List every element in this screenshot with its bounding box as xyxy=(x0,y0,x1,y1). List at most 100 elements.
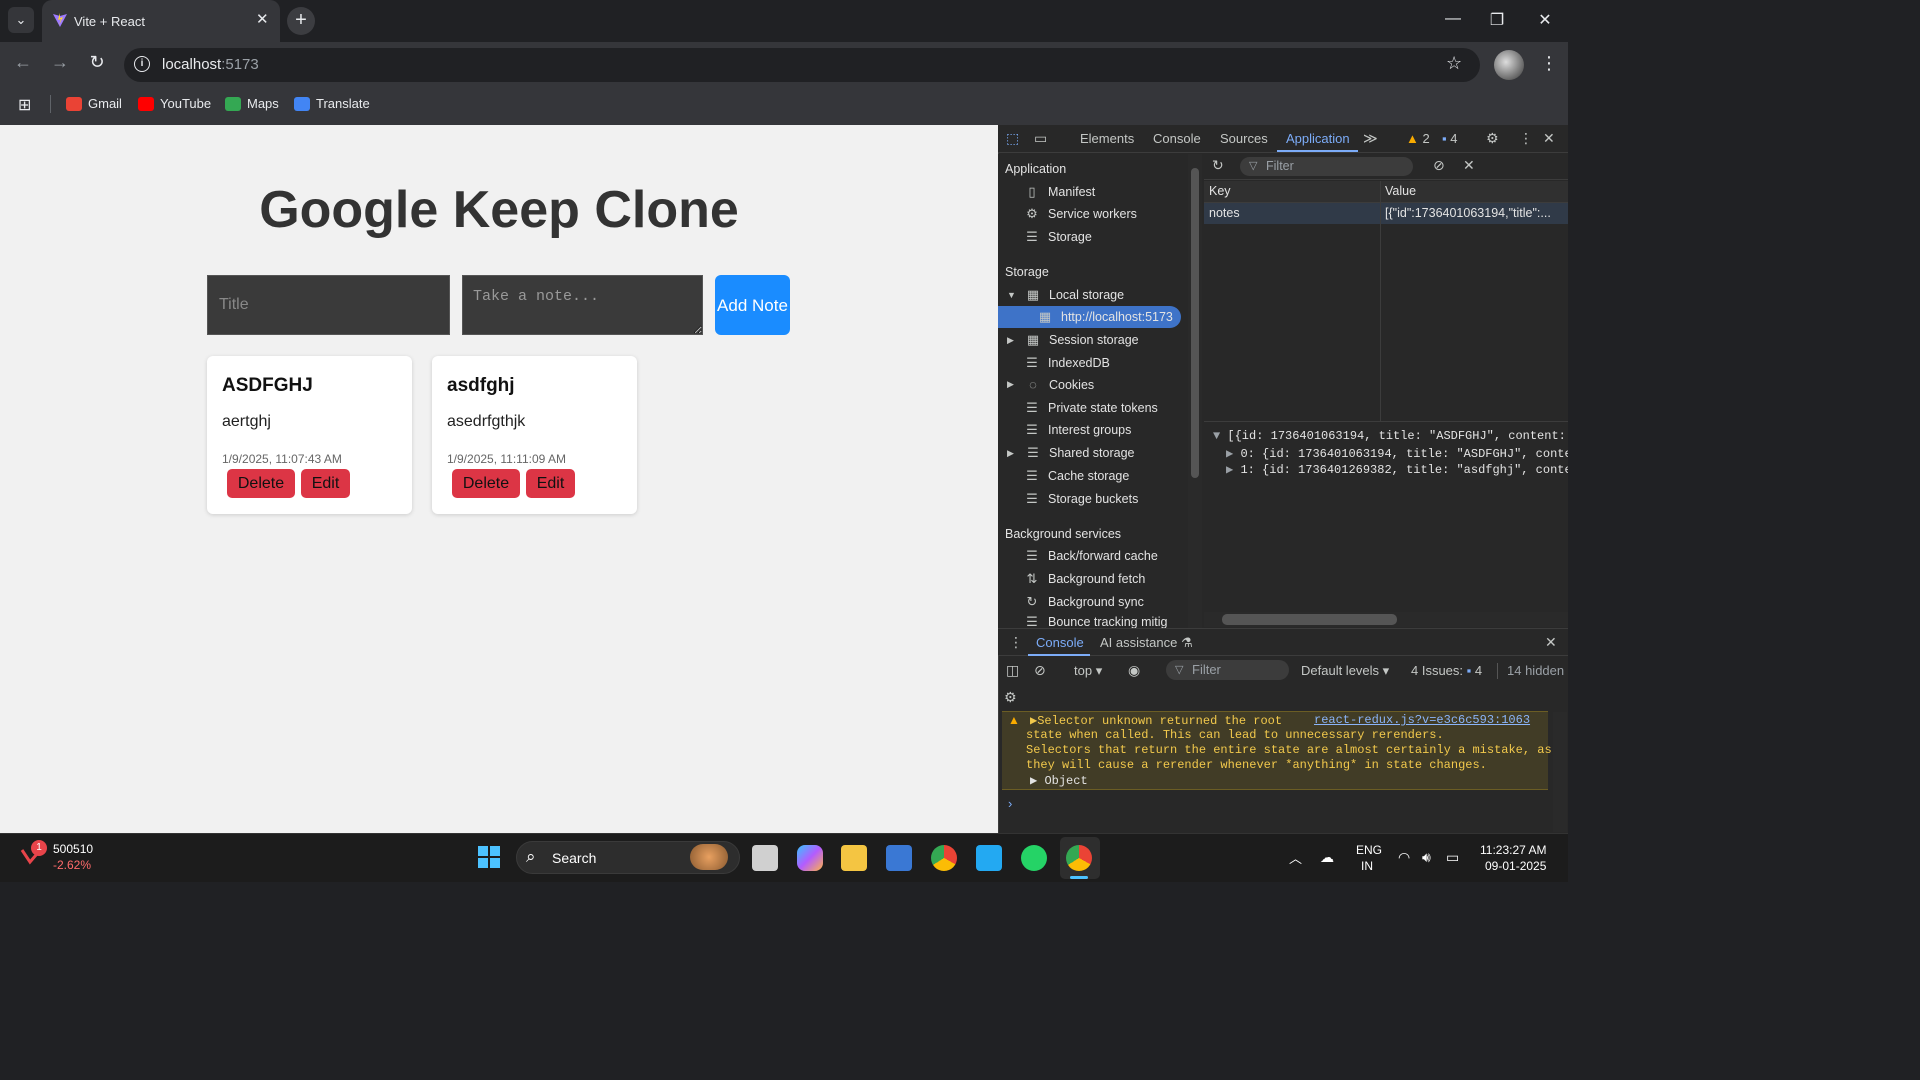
restore-icon[interactable]: ❐ xyxy=(1482,10,1512,30)
settings-gear-icon[interactable]: ⚙ xyxy=(1486,130,1499,147)
address-bar[interactable] xyxy=(124,48,1480,82)
tab-search-button[interactable]: ⌄ xyxy=(8,7,34,33)
refresh-icon[interactable]: ↻ xyxy=(1212,157,1224,174)
microsoft-store-icon[interactable] xyxy=(886,845,912,871)
tab-elements[interactable]: Elements xyxy=(1080,131,1134,146)
clear-all-icon[interactable]: ⊘ xyxy=(1433,157,1445,174)
profile-avatar[interactable] xyxy=(1494,50,1524,80)
sidebar-toggle-icon[interactable]: ◫ xyxy=(1006,662,1019,679)
collapsed-arrow-icon[interactable]: ▶ xyxy=(1007,448,1017,459)
task-view-icon[interactable] xyxy=(752,845,778,871)
delete-button[interactable]: Delete xyxy=(227,469,295,498)
close-window-icon[interactable]: ✕ xyxy=(1530,10,1560,30)
file-explorer-icon[interactable] xyxy=(841,845,867,871)
stock-change[interactable]: -2.62% xyxy=(53,858,91,872)
console-scrollbar[interactable] xyxy=(1553,712,1567,832)
console-filter-input[interactable]: Filter xyxy=(1166,660,1289,680)
tab-close-icon[interactable]: ✕ xyxy=(256,10,269,28)
new-tab-button[interactable]: + xyxy=(287,7,315,35)
bookmark-youtube[interactable]: YouTube xyxy=(138,96,211,111)
row-value[interactable]: [{"id":1736401063194,"title":... xyxy=(1385,206,1568,220)
tab-sources[interactable]: Sources xyxy=(1220,131,1268,146)
whatsapp-icon[interactable] xyxy=(1021,845,1047,871)
bookmark-maps[interactable]: Maps xyxy=(225,96,279,111)
onedrive-offline-icon[interactable]: ☁ xyxy=(1320,849,1334,866)
region-label[interactable]: IN xyxy=(1361,859,1373,873)
storage-filter-input[interactable]: Filter xyxy=(1240,157,1413,176)
chrome-profile-icon[interactable] xyxy=(1066,845,1092,871)
warning-object-toggle[interactable]: ▶ Object xyxy=(1030,773,1088,788)
browser-menu-icon[interactable]: ⋮ xyxy=(1540,53,1558,74)
bookmark-gmail[interactable]: Gmail xyxy=(66,96,122,111)
sidebar-item-manifest[interactable]: ▯ Manifest xyxy=(1024,184,1095,200)
device-toolbar-icon[interactable]: ▭ xyxy=(1034,130,1047,147)
collapsed-arrow-icon[interactable]: ▶ xyxy=(1007,335,1017,346)
vscode-icon[interactable] xyxy=(976,845,1002,871)
battery-icon[interactable]: ▭ xyxy=(1446,849,1459,866)
forward-icon[interactable]: → xyxy=(47,52,73,73)
preview-item-0[interactable]: ▶ 0: {id: 1736401063194, title: "ASDFGHJ… xyxy=(1226,446,1568,461)
collapsed-arrow-icon[interactable]: ▶ xyxy=(1226,463,1240,477)
drawer-tab-ai-assistance[interactable]: AI assistance ⚗ xyxy=(1100,635,1193,651)
sidebar-item-session-storage[interactable]: ▶ ▦ Session storage xyxy=(1007,332,1139,348)
note-textarea[interactable] xyxy=(462,275,703,335)
site-info-icon[interactable]: i xyxy=(134,56,150,72)
title-input[interactable] xyxy=(207,275,450,335)
sidebar-item-indexeddb[interactable]: ☰ IndexedDB xyxy=(1024,355,1110,371)
sidebar-item-storage-buckets[interactable]: ☰ Storage buckets xyxy=(1024,491,1138,507)
tray-overflow-icon[interactable]: ︿ xyxy=(1289,848,1302,867)
language-label[interactable]: ENG xyxy=(1356,843,1382,857)
reload-icon[interactable]: ↻ xyxy=(84,52,110,73)
edit-button[interactable]: Edit xyxy=(301,469,350,498)
horizontal-scroll-thumb[interactable] xyxy=(1222,614,1397,625)
clear-console-icon[interactable]: ⊘ xyxy=(1034,662,1046,679)
sidebar-scroll-thumb[interactable] xyxy=(1191,168,1199,478)
sidebar-item-private-state-tokens[interactable]: ☰ Private state tokens xyxy=(1024,400,1158,416)
warning-source-link[interactable]: react-redux.js?v=e3c6c593:1063 xyxy=(1314,713,1530,727)
sidebar-item-bounce-tracking[interactable]: ☰ Bounce tracking mitig xyxy=(1024,616,1167,628)
sidebar-item-local-storage[interactable]: ▼ ▦ Local storage xyxy=(1007,287,1124,303)
drawer-tab-console[interactable]: Console xyxy=(1036,635,1084,650)
delete-selected-icon[interactable]: ✕ xyxy=(1463,157,1475,174)
sidebar-item-shared-storage[interactable]: ▶ ☰ Shared storage xyxy=(1007,445,1134,461)
sidebar-item-interest-groups[interactable]: ☰ Interest groups xyxy=(1024,422,1131,438)
back-icon[interactable]: ← xyxy=(10,52,36,73)
warnings-badge[interactable]: ▲ 2 xyxy=(1406,131,1430,146)
live-expression-eye-icon[interactable]: ◉ xyxy=(1128,662,1140,679)
log-levels-dropdown[interactable]: Default levels ▾ xyxy=(1301,663,1389,679)
minimize-icon[interactable]: — xyxy=(1438,10,1468,28)
sidebar-item-localhost-origin[interactable]: ▦ http://localhost:5173 xyxy=(1037,309,1173,325)
inspect-element-icon[interactable]: ⬚ xyxy=(1006,130,1019,147)
column-divider[interactable] xyxy=(1380,181,1381,421)
wifi-icon[interactable]: ◠ xyxy=(1398,849,1410,866)
sidebar-item-service-workers[interactable]: ⚙ Service workers xyxy=(1024,206,1137,222)
stock-value[interactable]: 500510 xyxy=(53,842,93,856)
tab-application[interactable]: Application xyxy=(1286,131,1350,146)
volume-icon[interactable]: 🔊︎ xyxy=(1422,849,1431,866)
sidebar-item-bfcache[interactable]: ☰ Back/forward cache xyxy=(1024,548,1158,564)
tab-console[interactable]: Console xyxy=(1153,131,1201,146)
devtools-menu-icon[interactable]: ⋮ xyxy=(1519,130,1533,147)
delete-button[interactable]: Delete xyxy=(452,469,520,498)
preview-root-line[interactable]: ▼ [{id: 1736401063194, title: "ASDFGHJ",… xyxy=(1213,429,1568,443)
warning-line[interactable]: ▶Selector unknown returned the root xyxy=(1030,713,1282,728)
console-settings-icon[interactable]: ⚙ xyxy=(1004,689,1017,706)
value-column-header[interactable]: Value xyxy=(1385,184,1416,198)
add-note-button[interactable]: Add Note xyxy=(715,275,790,335)
sidebar-item-background-sync[interactable]: ↻ Background sync xyxy=(1024,594,1144,610)
context-selector[interactable]: top ▾ xyxy=(1074,663,1102,679)
expanded-arrow-icon[interactable]: ▼ xyxy=(1213,429,1227,443)
collapsed-arrow-icon[interactable]: ▶ xyxy=(1007,379,1017,390)
issues-counter[interactable]: 4 Issues: ▪ 4 xyxy=(1411,663,1482,678)
key-column-header[interactable]: Key xyxy=(1209,184,1231,198)
more-tabs-icon[interactable]: ≫ xyxy=(1363,130,1378,147)
bookmark-star-icon[interactable]: ☆ xyxy=(1446,53,1462,74)
messages-badge[interactable]: ▪ 4 xyxy=(1442,131,1457,146)
preview-item-1[interactable]: ▶ 1: {id: 1736401269382, title: "asdfghj… xyxy=(1226,462,1568,477)
copilot-icon[interactable] xyxy=(797,845,823,871)
collapsed-arrow-icon[interactable]: ▶ xyxy=(1226,447,1240,461)
sidebar-item-storage[interactable]: ☰ Storage xyxy=(1024,229,1092,245)
sidebar-item-cache-storage[interactable]: ☰ Cache storage xyxy=(1024,468,1129,484)
drawer-menu-icon[interactable]: ⋮ xyxy=(1009,634,1023,651)
clock-time[interactable]: 11:23:27 AM xyxy=(1480,843,1547,857)
